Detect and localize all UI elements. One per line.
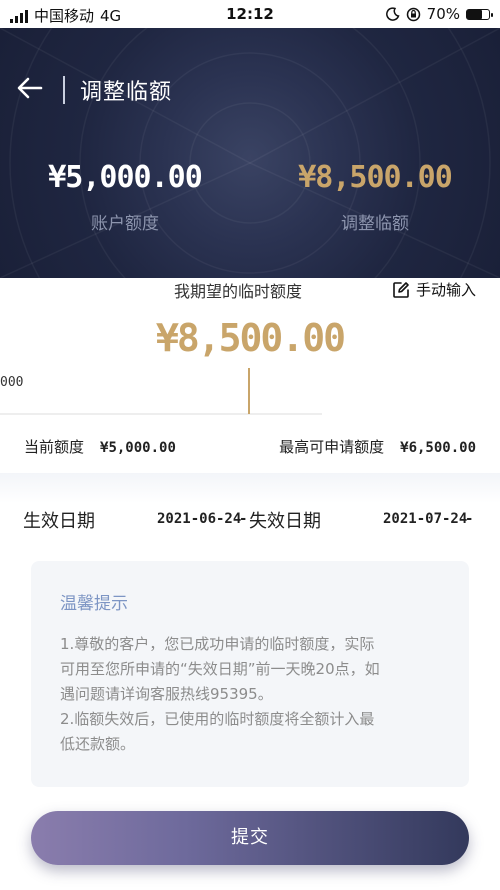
battery-percent: 70% [426,5,460,23]
max-limit-value: ¥6,500.00 [400,440,476,456]
amount-ruler[interactable] [0,413,322,415]
tips-line: 1.尊敬的客户，您已成功申请的临时额度，实际 [60,635,375,653]
date-area: 生效日期 2021-06-24 - 失效日期 2021-07-24 - [0,473,500,560]
adjust-amount: ¥8,500.00 [298,160,453,195]
tips-line: 遇问题请详询客服热线95395。 [60,685,273,703]
expected-amount: ¥8,500.00 [156,316,346,360]
expire-date-label: 失效日期 [249,511,321,532]
ruler-indicator[interactable] [248,368,250,414]
status-right: 70% [385,5,493,23]
account-amount-label: 账户额度 [91,214,159,234]
tips-box: 温馨提示 1.尊敬的客户，您已成功申请的临时额度，实际 可用至您所申请的“失效日… [31,561,469,787]
limit-info-row: 当前额度 ¥5,000.00 最高可申请额度 ¥6,500.00 [0,436,500,460]
page: 中国移动 4G 12:12 70% 调整临额 ¥5,000.00 账户额度 ¥8… [0,0,500,890]
effective-date-value[interactable]: 2021-06-24 [157,511,241,527]
tips-line: 2.临额失效后，已使用的临时额度将全额计入最 [60,710,375,728]
back-button[interactable] [14,72,46,104]
current-limit-label: 当前额度 [24,438,85,456]
max-limit-label: 最高可申请额度 [279,438,385,456]
adjust-amount-block: ¥8,500.00 调整临额 [250,160,500,234]
tips-title: 温馨提示 [60,594,128,614]
tips-line: 低还款额。 [60,735,136,753]
title-divider [63,76,65,104]
effective-date-label: 生效日期 [23,511,95,532]
arrow-left-icon [17,77,43,99]
current-limit: 当前额度 ¥5,000.00 [24,436,176,457]
rotation-lock-icon [406,7,420,21]
ruler-tick-label: 000 [0,375,24,390]
moon-icon [385,7,400,21]
page-title: 调整临额 [80,80,173,105]
amount-slider-area: 我期望的临时额度 手动输入 ¥8,500.00 000 当前额度 ¥5,000.… [0,278,500,473]
tips-text: 1.尊敬的客户，您已成功申请的临时额度，实际 可用至您所申请的“失效日期”前一天… [60,632,445,757]
edit-icon [393,281,409,298]
battery-fill [467,9,483,19]
header: 调整临额 ¥5,000.00 账户额度 ¥8,500.00 调整临额 [0,28,500,278]
date-separator: - [239,511,248,527]
tips-line: 可用至您所申请的“失效日期”前一天晚20点，如 [60,660,380,678]
manual-input-button[interactable]: 手动输入 [392,279,476,300]
adjust-amount-label: 调整临额 [341,214,409,234]
account-amount: ¥5,000.00 [48,160,203,195]
submit-button[interactable]: 提交 [31,811,469,865]
date-row: 生效日期 2021-06-24 - 失效日期 2021-07-24 - [0,507,500,537]
expire-date-value[interactable]: 2021-07-24 [383,511,467,527]
max-limit: 最高可申请额度 ¥6,500.00 [279,436,476,457]
account-amount-block: ¥5,000.00 账户额度 [0,160,250,234]
manual-input-label: 手动输入 [415,281,476,299]
current-limit-value: ¥5,000.00 [100,440,176,456]
status-bar: 中国移动 4G 12:12 70% [0,0,500,28]
date-trailing-separator: - [465,511,474,527]
header-decoration [0,28,500,278]
battery-icon [466,8,493,20]
expected-amount-label: 我期望的临时额度 [174,282,303,301]
